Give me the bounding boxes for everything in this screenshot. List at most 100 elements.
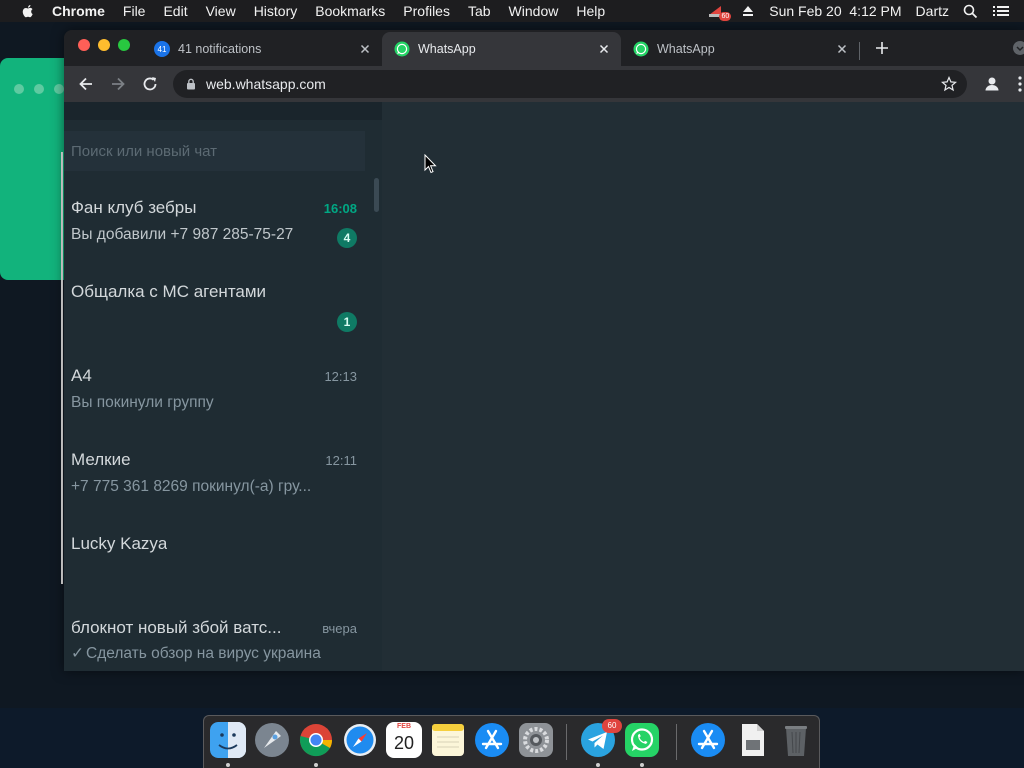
chat-name: блокнот новый збой ватс... bbox=[71, 618, 282, 637]
dock-separator bbox=[566, 724, 567, 760]
conversation-pane bbox=[382, 102, 1024, 671]
mac-menu-bar: Chrome File Edit View History Bookmarks … bbox=[0, 0, 1024, 22]
tab-whatsapp-active[interactable]: WhatsApp bbox=[382, 32, 621, 66]
apple-logo-icon[interactable] bbox=[20, 3, 36, 19]
chat-list-item[interactable]: Lucky Kazya bbox=[64, 522, 366, 606]
spotlight-search-icon[interactable] bbox=[963, 4, 978, 19]
forward-arrow-icon[interactable] bbox=[108, 74, 128, 94]
preview-document-icon[interactable] bbox=[734, 722, 770, 758]
chat-preview: Вы добавили +7 987 285-75-27 bbox=[71, 226, 294, 243]
dock: FEB 20 60 bbox=[203, 715, 820, 768]
calendar-icon[interactable]: FEB 20 bbox=[386, 722, 422, 758]
background-window-minimize-icon bbox=[34, 84, 44, 94]
menu-bookmarks[interactable]: Bookmarks bbox=[315, 3, 385, 19]
tab-title: WhatsApp bbox=[657, 42, 715, 56]
chat-sidebar: Фан клуб зебры 16:08 Вы добавили +7 987 … bbox=[64, 102, 382, 671]
lock-icon[interactable] bbox=[185, 78, 197, 90]
chat-list: Фан клуб зебры 16:08 Вы добавили +7 987 … bbox=[64, 186, 366, 671]
app-store-icon[interactable] bbox=[474, 722, 510, 758]
background-window-edge bbox=[61, 152, 63, 584]
telegram-unread-badge: 60 bbox=[602, 719, 622, 733]
background-window-zoom-icon bbox=[54, 84, 64, 94]
chat-name: Общалка с MC агентами bbox=[71, 282, 267, 301]
whatsapp-icon[interactable] bbox=[624, 722, 660, 758]
chat-list-scrollbar[interactable] bbox=[374, 178, 379, 212]
whatsapp-favicon-icon bbox=[633, 41, 649, 57]
tab-search-chevron-icon[interactable] bbox=[1012, 40, 1024, 56]
dock-separator bbox=[676, 724, 677, 760]
whatsapp-favicon-icon bbox=[394, 41, 410, 57]
sidebar-header bbox=[64, 102, 382, 120]
window-close-icon[interactable] bbox=[78, 39, 90, 51]
status-app-icon[interactable]: 60 bbox=[707, 3, 732, 21]
chat-name: Lucky Kazya bbox=[71, 534, 168, 553]
search-box[interactable] bbox=[64, 131, 365, 171]
chat-name: Фан клуб зебры bbox=[71, 198, 197, 217]
menu-help[interactable]: Help bbox=[576, 3, 605, 19]
tab-notifications[interactable]: 41 41 notifications bbox=[142, 32, 382, 66]
tab-title: WhatsApp bbox=[418, 42, 476, 56]
notes-icon[interactable] bbox=[430, 722, 466, 758]
menu-file[interactable]: File bbox=[123, 3, 146, 19]
chat-time: 12:11 bbox=[325, 453, 357, 468]
background-window[interactable] bbox=[0, 58, 64, 280]
browser-toolbar: web.whatsapp.com bbox=[64, 66, 1024, 102]
tab-whatsapp[interactable]: WhatsApp bbox=[621, 32, 859, 66]
tab-separator bbox=[859, 42, 860, 60]
window-zoom-icon[interactable] bbox=[118, 39, 130, 51]
chat-time: 12:13 bbox=[324, 369, 357, 384]
chat-list-item[interactable]: Мелкие 12:11 +7 775 361 8269 покинул(-а)… bbox=[64, 438, 366, 522]
telegram-running-indicator bbox=[596, 763, 600, 767]
menubar-datetime[interactable]: Sun Feb 20 4:12 PM bbox=[769, 3, 901, 19]
launchpad-icon[interactable] bbox=[254, 722, 290, 758]
unread-count-badge: 4 bbox=[337, 228, 357, 248]
unread-count-badge: 1 bbox=[337, 312, 357, 332]
address-bar[interactable]: web.whatsapp.com bbox=[173, 70, 967, 98]
bookmark-star-icon[interactable] bbox=[941, 76, 957, 92]
finder-running-indicator bbox=[226, 763, 230, 767]
tab-title: 41 notifications bbox=[178, 42, 262, 56]
whatsapp-running-indicator bbox=[640, 763, 644, 767]
menu-view[interactable]: View bbox=[206, 3, 236, 19]
menu-app-chrome[interactable]: Chrome bbox=[52, 3, 105, 19]
menu-history[interactable]: History bbox=[254, 3, 298, 19]
control-center-icon[interactable] bbox=[992, 4, 1010, 18]
back-arrow-icon[interactable] bbox=[76, 74, 96, 94]
search-input[interactable] bbox=[64, 141, 365, 161]
address-url[interactable]: web.whatsapp.com bbox=[206, 76, 941, 92]
new-tab-plus-icon[interactable] bbox=[872, 38, 892, 58]
chat-name: A4 bbox=[71, 366, 92, 385]
tab-close-icon[interactable] bbox=[597, 42, 611, 56]
eject-icon[interactable] bbox=[741, 4, 755, 18]
menu-profiles[interactable]: Profiles bbox=[403, 3, 450, 19]
tab-close-icon[interactable] bbox=[835, 42, 849, 56]
chat-list-item[interactable]: A4 12:13 Вы покинули группу bbox=[64, 354, 366, 438]
finder-icon[interactable] bbox=[210, 722, 246, 758]
chat-preview: Вы покинули группу bbox=[71, 394, 214, 411]
reload-icon[interactable] bbox=[140, 74, 160, 94]
chat-list-item[interactable]: блокнот новый збой ватс... вчера ✓ Сделат… bbox=[64, 606, 366, 671]
chrome-running-indicator bbox=[314, 763, 318, 767]
chrome-icon[interactable] bbox=[298, 722, 334, 758]
menu-tab[interactable]: Tab bbox=[468, 3, 491, 19]
system-preferences-icon[interactable] bbox=[518, 722, 554, 758]
notifications-favicon-count: 41 bbox=[158, 45, 167, 54]
sent-check-icon: ✓ bbox=[71, 645, 84, 662]
background-window-close-icon bbox=[14, 84, 24, 94]
safari-icon[interactable] bbox=[342, 722, 378, 758]
chrome-menu-icon[interactable] bbox=[1016, 74, 1024, 94]
mouse-cursor-icon bbox=[424, 154, 437, 174]
menu-edit[interactable]: Edit bbox=[163, 3, 187, 19]
menubar-user[interactable]: Dartz bbox=[916, 3, 949, 19]
calendar-month: FEB bbox=[397, 723, 411, 730]
tab-close-icon[interactable] bbox=[358, 42, 372, 56]
chat-preview: +7 775 361 8269 покинул(-а) гру... bbox=[71, 478, 312, 495]
window-minimize-icon[interactable] bbox=[98, 39, 110, 51]
notifications-favicon-icon: 41 bbox=[154, 41, 170, 57]
app-store-downloads-icon[interactable] bbox=[690, 722, 726, 758]
chat-list-item[interactable]: Фан клуб зебры 16:08 Вы добавили +7 987 … bbox=[64, 186, 366, 270]
menu-window[interactable]: Window bbox=[509, 3, 559, 19]
chat-list-item[interactable]: Общалка с MC агентами 1 bbox=[64, 270, 366, 354]
profile-avatar-icon[interactable] bbox=[982, 74, 1002, 94]
trash-icon[interactable] bbox=[778, 722, 814, 758]
